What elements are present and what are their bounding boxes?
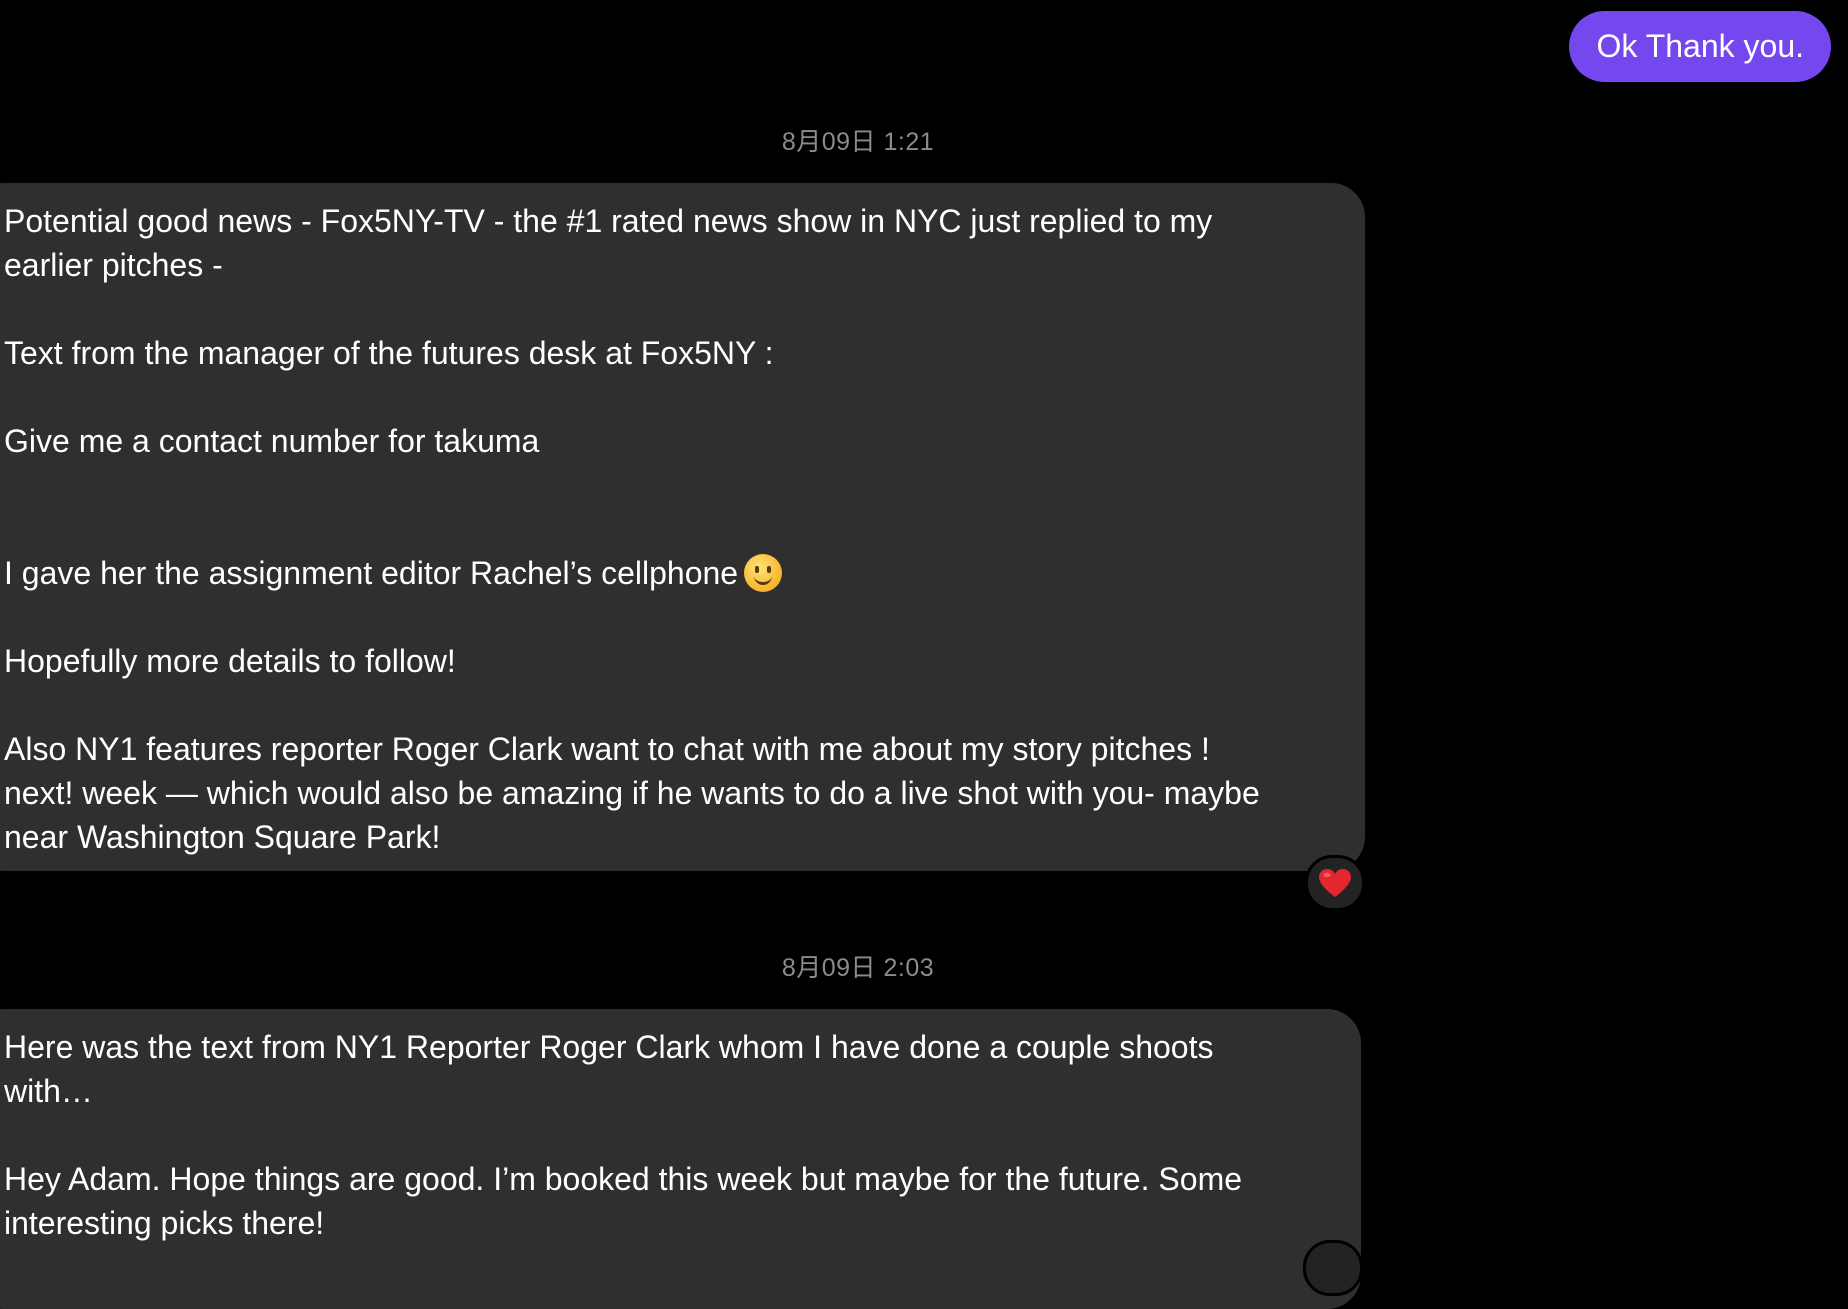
reaction-badge[interactable]: [1305, 855, 1365, 911]
message-line: next! week — which would also be amazing…: [4, 775, 1260, 811]
message-line: Here was the text from NY1 Reporter Roge…: [4, 1029, 1214, 1065]
reaction-badge[interactable]: [1303, 1240, 1363, 1296]
message-line-with-emoji: I gave her the assignment editor Rachel’…: [4, 551, 1341, 595]
message-line: interesting picks there!: [4, 1205, 325, 1241]
sent-message-text: Ok Thank you.: [1596, 28, 1804, 64]
message-line: Give me a contact number for takuma: [4, 423, 540, 459]
received-message-bubble[interactable]: Here was the text from NY1 Reporter Roge…: [0, 1009, 1361, 1309]
message-line: Potential good news - Fox5NY-TV - the #1…: [4, 203, 1213, 239]
message-line: I gave her the assignment editor Rachel’…: [4, 555, 739, 591]
red-heart-icon: [1319, 869, 1351, 897]
timestamp: 8月09日 1:21: [781, 128, 935, 156]
message-line: Also NY1 features reporter Roger Clark w…: [4, 731, 1210, 767]
message-line: Text from the manager of the futures des…: [4, 335, 774, 371]
message-line: earlier pitches -: [4, 247, 223, 283]
message-line: Hey Adam. Hope things are good. I’m book…: [4, 1161, 1243, 1197]
received-message-bubble[interactable]: Potential good news - Fox5NY-TV - the #1…: [0, 183, 1365, 871]
sent-message-bubble[interactable]: Ok Thank you.: [1569, 11, 1831, 82]
timestamp: 8月09日 2:03: [781, 954, 935, 982]
message-line: near Washington Square Park!: [4, 819, 441, 855]
message-line: with…: [4, 1073, 93, 1109]
message-line: Hopefully more details to follow!: [4, 643, 456, 679]
slightly-smiling-face-icon: [744, 554, 783, 592]
